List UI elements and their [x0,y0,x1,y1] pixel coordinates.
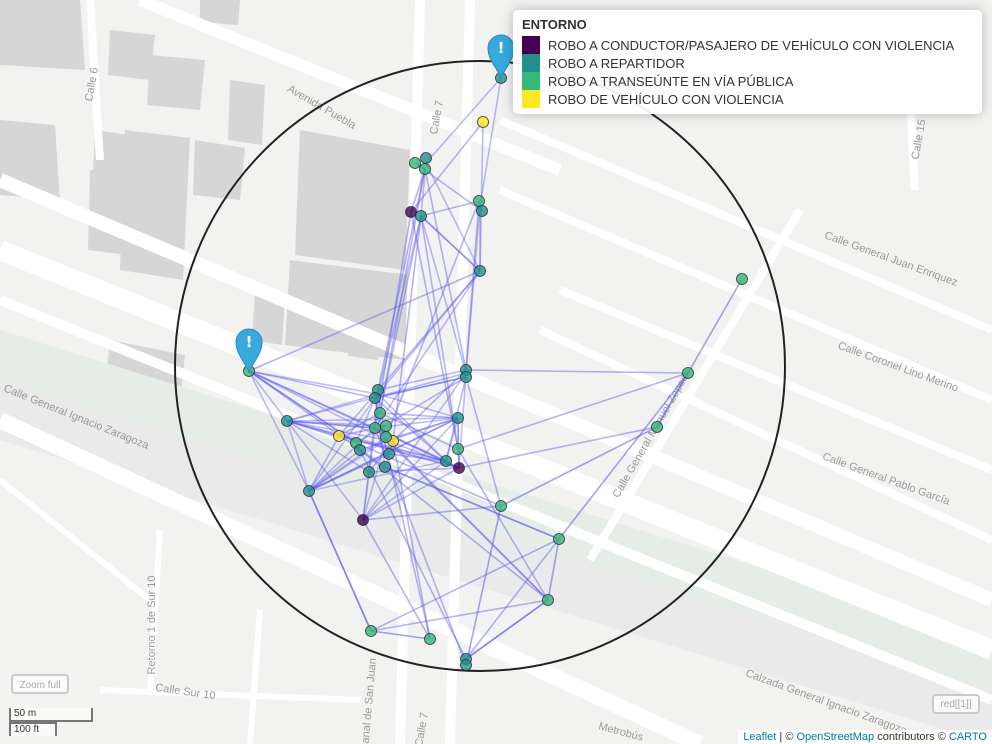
scale-imperial: 100 ft [9,722,57,736]
legend-item: ROBO DE VEHÍCULO CON VIOLENCIA [522,90,973,108]
zoom-full-button[interactable]: Zoom full [11,674,69,694]
incident-point[interactable] [682,367,694,379]
legend-swatch [522,90,540,108]
attribution-contributors: contributors © [874,731,949,743]
legend-swatch [522,36,540,54]
incident-point[interactable] [405,206,417,218]
incident-point[interactable] [365,625,377,637]
incident-point[interactable] [369,392,381,404]
scale-metric: 50 m [9,708,93,722]
incident-point[interactable] [380,420,392,432]
incident-point[interactable] [453,462,465,474]
legend-label: ROBO A REPARTIDOR [548,55,685,71]
incident-point[interactable] [383,448,395,460]
exclamation-pin-icon: ! [246,333,253,351]
incident-point[interactable] [473,195,485,207]
attribution: Leaflet | © OpenStreetMap contributors ©… [738,730,992,744]
exclamation-pin-icon: ! [498,39,505,57]
legend-swatch [522,54,540,72]
incident-point[interactable] [363,466,375,478]
layer-button[interactable]: red[[1]] [932,694,980,714]
incident-point[interactable] [419,163,431,175]
map-canvas[interactable]: Calle 6 Avenida Puebla Calle 7 Calle 15 Call… [0,0,992,744]
incident-point[interactable] [380,431,392,443]
leaflet-link[interactable]: Leaflet [743,731,776,743]
legend: ENTORNO ROBO A CONDUCTOR/PASAJERO DE VEH… [513,10,982,114]
incident-point[interactable] [474,265,486,277]
incident-point[interactable] [476,205,488,217]
incident-point[interactable] [440,455,452,467]
incident-point[interactable] [333,430,345,442]
incident-point[interactable] [409,157,421,169]
incident-point[interactable] [553,533,565,545]
attribution-separator: | © [776,731,797,743]
incident-point[interactable] [374,407,386,419]
legend-item: ROBO A CONDUCTOR/PASAJERO DE VEHÍCULO CO… [522,36,973,54]
incident-point[interactable] [415,210,427,222]
incident-point[interactable] [460,659,472,671]
incident-point[interactable] [420,152,432,164]
incident-point[interactable] [452,443,464,455]
incident-point[interactable] [303,485,315,497]
incident-point[interactable] [281,415,293,427]
incident-point[interactable] [651,421,663,433]
legend-label: ROBO DE VEHÍCULO CON VIOLENCIA [548,91,784,107]
carto-link[interactable]: CARTO [949,731,987,743]
legend-label: ROBO A TRANSEÚNTE EN VÍA PÚBLICA [548,73,794,89]
street-label: Retorno 1 de Sur 10 [146,575,158,674]
incident-point[interactable] [477,116,489,128]
incident-point[interactable] [379,461,391,473]
incident-point[interactable] [736,273,748,285]
incident-point[interactable] [452,412,464,424]
incident-point[interactable] [460,371,472,383]
legend-title: ENTORNO [522,17,587,32]
osm-link[interactable]: OpenStreetMap [796,731,874,743]
legend-label: ROBO A CONDUCTOR/PASAJERO DE VEHÍCULO CO… [548,37,955,53]
incident-point[interactable] [495,500,507,512]
legend-item: ROBO A TRANSEÚNTE EN VÍA PÚBLICA [522,72,973,90]
incident-point[interactable] [357,514,369,526]
legend-item: ROBO A REPARTIDOR [522,54,973,72]
incident-point[interactable] [542,594,554,606]
incident-point[interactable] [354,444,366,456]
incident-point[interactable] [424,633,436,645]
legend-swatch [522,72,540,90]
incident-point[interactable] [369,422,381,434]
